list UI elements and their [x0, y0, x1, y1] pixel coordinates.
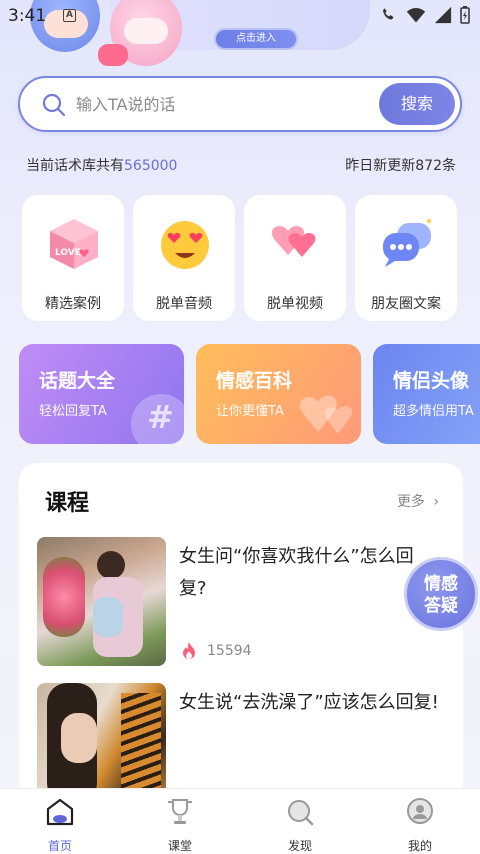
stats-count: 565000 — [124, 158, 178, 174]
category-subtitle: 超多情侣用TA — [393, 404, 474, 419]
section-title: 课程 — [45, 491, 90, 516]
status-time: 3:41 — [8, 6, 47, 26]
tab-classroom[interactable]: 课堂 — [140, 797, 220, 854]
category-title: 情感百科 — [216, 370, 293, 392]
emotion-qa-button[interactable]: 情感 答疑 — [404, 557, 478, 631]
more-link[interactable]: 更多 › — [397, 491, 439, 511]
tab-profile[interactable]: 我的 — [380, 797, 460, 854]
feature-cases[interactable]: LOVE 精选案例 — [22, 195, 124, 321]
course-title: 女生问“你喜欢我什么”怎么回复? — [179, 546, 414, 599]
love-cube-icon: LOVE — [50, 219, 98, 269]
feature-moments-copy[interactable]: 朋友圈文案 — [355, 195, 457, 321]
search-bar: 搜索 — [18, 76, 462, 132]
battery-icon — [460, 6, 470, 24]
call-icon — [383, 8, 394, 20]
hashtag-icon: # — [147, 398, 174, 436]
stats-prefix: 当前话术库共有 — [26, 158, 124, 174]
heart-eyes-emoji-icon — [161, 221, 209, 269]
svg-text:LOVE: LOVE — [55, 248, 81, 258]
stats-update: 昨日新更新872条 — [345, 158, 456, 174]
heart-decor-icon — [299, 395, 353, 434]
feature-audio[interactable]: 脱单音频 — [133, 195, 235, 321]
tab-discover[interactable]: 发现 — [260, 797, 340, 854]
bottom-tab-bar: 首页 课堂 发现 我的 — [0, 788, 480, 854]
category-subtitle: 让你更懂TA — [216, 404, 284, 419]
course-item[interactable]: 女生问“你喜欢我什么”怎么回复? 15594 — [37, 537, 447, 667]
category-title: 话题大全 — [39, 370, 116, 392]
discover-icon — [288, 800, 314, 826]
tab-home[interactable]: 首页 — [20, 797, 100, 854]
course-item[interactable]: 女生说“去洗澡了”应该怎么回复! — [37, 683, 447, 803]
view-count: 15594 — [207, 643, 252, 659]
tab-label: 课堂 — [167, 839, 192, 853]
category-topics[interactable]: # 话题大全 轻松回复TA — [19, 344, 184, 444]
tab-label: 发现 — [287, 839, 312, 853]
chat-bubbles-icon — [383, 219, 431, 267]
tab-label: 首页 — [47, 839, 72, 853]
status-bar: 3:41 A — [0, 0, 480, 32]
search-button[interactable]: 搜索 — [379, 83, 455, 125]
feature-label: 脱单音频 — [156, 296, 212, 312]
feature-label: 精选案例 — [45, 296, 101, 312]
feature-label: 朋友圈文案 — [371, 296, 441, 312]
more-label: 更多 — [396, 494, 425, 510]
course-section: 课程 更多 › 女生问“你喜欢我什么”怎么回复? 15594 女生说“去洗澡了”… — [19, 463, 463, 803]
fire-icon — [183, 642, 195, 659]
course-thumbnail — [37, 537, 166, 666]
signal-icon — [434, 6, 452, 24]
feature-video[interactable]: 脱单视频 — [244, 195, 346, 321]
category-title: 情侣头像 — [393, 370, 470, 392]
category-subtitle: 轻松回复TA — [39, 404, 107, 419]
search-input[interactable] — [76, 90, 376, 118]
profile-icon — [407, 798, 433, 824]
category-encyclopedia[interactable]: 情感百科 让你更懂TA — [196, 344, 361, 444]
home-icon — [46, 798, 74, 826]
category-avatars[interactable]: 情侣头像 超多情侣用TA — [373, 344, 480, 444]
trophy-icon — [168, 799, 192, 824]
course-thumbnail — [37, 683, 166, 803]
tab-label: 我的 — [407, 839, 432, 853]
feature-label: 脱单视频 — [267, 296, 323, 312]
hearts-icon — [271, 225, 316, 257]
course-title: 女生说“去洗澡了”应该怎么回复! — [179, 692, 439, 713]
search-icon — [42, 93, 66, 117]
notification-icon: A — [63, 9, 76, 22]
chevron-right-icon: › — [433, 494, 439, 510]
wifi-icon — [406, 8, 426, 23]
